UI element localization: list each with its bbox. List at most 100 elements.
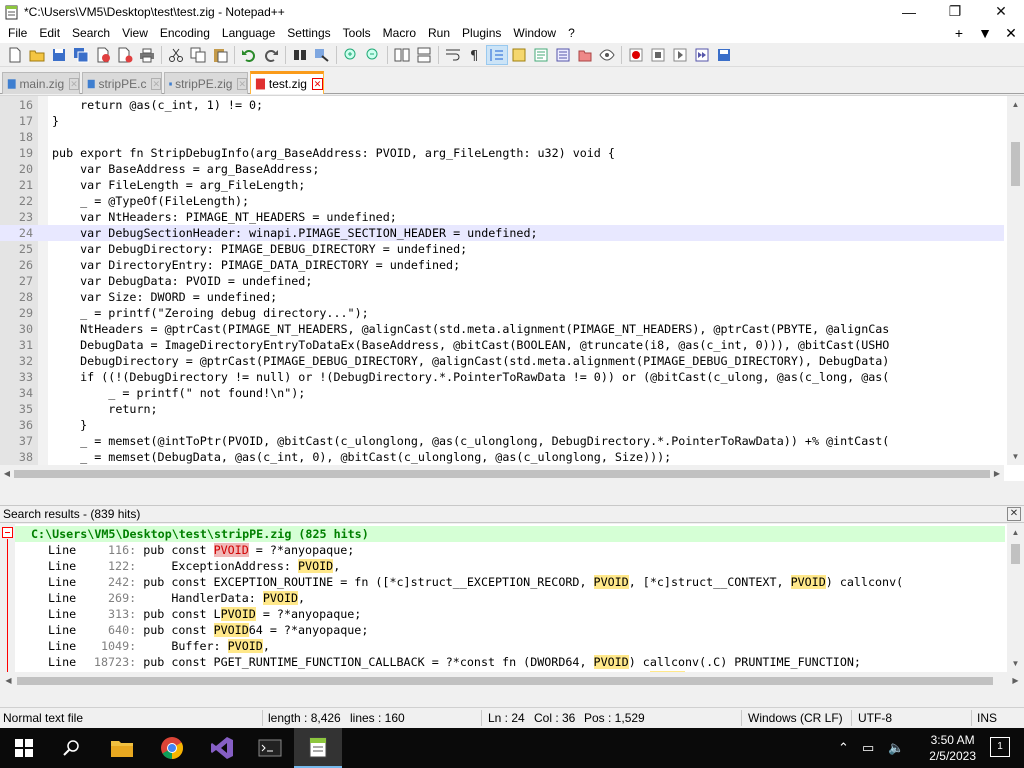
scroll-down-arrow-icon[interactable]: ▼ <box>1007 655 1024 672</box>
code-line[interactable]: 33 if ((!(DebugDirectory != null) or !(D… <box>0 369 1004 385</box>
print-icon[interactable] <box>136 45 158 65</box>
code-line[interactable]: 16 return @as(c_int, 1) != 0; <box>0 97 1004 113</box>
scroll-up-arrow-icon[interactable]: ▲ <box>1007 96 1024 113</box>
scroll-up-arrow-icon[interactable]: ▲ <box>1007 524 1024 541</box>
code-line[interactable]: 37 _ = memset(@intToPtr(PVOID, @bitCast(… <box>0 433 1004 449</box>
code-line[interactable]: 24 var DebugSectionHeader: winapi.PIMAGE… <box>0 225 1004 241</box>
code-line[interactable]: 21 var FileLength = arg_FileLength; <box>0 177 1004 193</box>
save-all-icon[interactable] <box>70 45 92 65</box>
code-line[interactable]: 23 var NtHeaders: PIMAGE_NT_HEADERS = un… <box>0 209 1004 225</box>
code-line[interactable]: 17} <box>0 113 1004 129</box>
scrollbar-thumb[interactable] <box>1011 142 1020 186</box>
search-result-line[interactable]: Line 242: pub const EXCEPTION_ROUTINE = f… <box>15 574 1005 590</box>
close-document-button[interactable]: ✕ <box>998 25 1024 42</box>
tab-strippe-zig[interactable]: stripPE.zig ✕ <box>164 72 248 94</box>
code-line[interactable]: 25 var DebugDirectory: PIMAGE_DEBUG_DIRE… <box>0 241 1004 257</box>
tray-expand-icon[interactable]: ⌃ <box>838 740 849 756</box>
code-line[interactable]: 34 _ = printf(" not found!\n"); <box>0 385 1004 401</box>
editor-horizontal-scrollbar[interactable]: ◀ ▶ <box>0 465 1004 481</box>
menu-view[interactable]: View <box>116 23 154 43</box>
redo-icon[interactable] <box>260 45 282 65</box>
word-wrap-icon[interactable] <box>442 45 464 65</box>
search-result-line[interactable]: Line 116: pub const PVOID = ?*anyopaque; <box>15 542 1005 558</box>
new-file-icon[interactable] <box>4 45 26 65</box>
tab-list-dropdown-button[interactable]: ▼ <box>972 25 998 41</box>
zoom-in-icon[interactable] <box>340 45 362 65</box>
code-line[interactable]: 22 _ = @TypeOf(FileLength); <box>0 193 1004 209</box>
search-results-panel[interactable]: C:\Users\VM5\Desktop\test\stripPE.zig (8… <box>0 524 1024 689</box>
monitoring-icon[interactable] <box>596 45 618 65</box>
tab-close-icon[interactable]: ✕ <box>69 77 79 90</box>
tab-close-icon[interactable]: ✕ <box>311 78 323 90</box>
code-line[interactable]: 28 var Size: DWORD = undefined; <box>0 289 1004 305</box>
system-clock[interactable]: 3:50 AM 2/5/2023 <box>929 732 976 764</box>
menu-language[interactable]: Language <box>216 23 281 43</box>
chrome-icon[interactable] <box>148 728 196 768</box>
scroll-left-arrow-icon[interactable]: ◀ <box>0 469 14 478</box>
close-all-icon[interactable] <box>114 45 136 65</box>
visual-studio-icon[interactable] <box>198 728 246 768</box>
collapse-icon[interactable] <box>2 527 13 538</box>
code-line[interactable]: 35 return; <box>0 401 1004 417</box>
stop-record-icon[interactable] <box>647 45 669 65</box>
sync-horizontal-icon[interactable] <box>413 45 435 65</box>
copy-icon[interactable] <box>187 45 209 65</box>
status-eol[interactable]: Windows (CR LF) <box>748 711 843 725</box>
status-insert-mode[interactable]: INS <box>977 711 997 725</box>
windows-start-icon[interactable] <box>0 728 48 768</box>
sync-vertical-icon[interactable] <box>391 45 413 65</box>
tab-strippe-c[interactable]: stripPE.c ✕ <box>82 72 162 94</box>
menu-edit[interactable]: Edit <box>33 23 66 43</box>
network-icon[interactable]: ▭ <box>862 740 874 756</box>
code-line[interactable]: 32 DebugDirectory = @ptrCast(PIMAGE_DEBU… <box>0 353 1004 369</box>
open-file-icon[interactable] <box>26 45 48 65</box>
find-icon[interactable] <box>289 45 311 65</box>
close-button[interactable]: ✕ <box>978 0 1024 23</box>
doc-map-icon[interactable] <box>530 45 552 65</box>
results-vertical-scrollbar[interactable]: ▲ ▼ <box>1007 524 1024 672</box>
scroll-right-arrow-icon[interactable]: ▶ <box>990 469 1004 478</box>
file-explorer-icon[interactable] <box>98 728 146 768</box>
menu-plugins[interactable]: Plugins <box>456 23 507 43</box>
menu-macro[interactable]: Macro <box>377 23 422 43</box>
tab-close-icon[interactable]: ✕ <box>237 77 247 90</box>
results-horizontal-scrollbar[interactable]: ◀ ▶ <box>0 672 1024 689</box>
cut-icon[interactable] <box>165 45 187 65</box>
code-line[interactable]: 27 var DebugData: PVOID = undefined; <box>0 273 1004 289</box>
status-encoding[interactable]: UTF-8 <box>858 711 892 725</box>
function-list-icon[interactable] <box>552 45 574 65</box>
scroll-left-arrow-icon[interactable]: ◀ <box>0 676 17 685</box>
notification-center-icon[interactable]: 1 <box>990 737 1010 757</box>
terminal-icon[interactable] <box>246 728 294 768</box>
code-line[interactable]: 36 } <box>0 417 1004 433</box>
result-file-header[interactable]: C:\Users\VM5\Desktop\test\stripPE.zig (8… <box>15 526 1005 542</box>
udl-icon[interactable] <box>508 45 530 65</box>
search-result-line[interactable]: Line 640: pub const PVOID64 = ?*anyopaque… <box>15 622 1005 638</box>
maximize-button[interactable]: ❐ <box>932 0 978 23</box>
menu-run[interactable]: Run <box>422 23 456 43</box>
close-panel-icon[interactable]: ✕ <box>1007 507 1021 521</box>
show-all-chars-icon[interactable]: ¶ <box>464 45 486 65</box>
folder-workspace-icon[interactable] <box>574 45 596 65</box>
indent-guide-icon[interactable] <box>486 44 508 65</box>
tab-close-icon[interactable]: ✕ <box>151 77 161 90</box>
tab-test-zig[interactable]: test.zig ✕ <box>250 71 324 94</box>
scrollbar-thumb[interactable] <box>1011 544 1020 564</box>
scroll-right-arrow-icon[interactable]: ▶ <box>1007 676 1024 685</box>
menu-tools[interactable]: Tools <box>337 23 377 43</box>
notepad-plus-plus-icon[interactable] <box>294 728 342 768</box>
close-icon[interactable] <box>92 45 114 65</box>
code-line[interactable]: 26 var DirectoryEntry: PIMAGE_DATA_DIREC… <box>0 257 1004 273</box>
minimize-button[interactable]: — <box>886 0 932 23</box>
menu-settings[interactable]: Settings <box>281 23 336 43</box>
menu-window[interactable]: Window <box>507 23 562 43</box>
undo-icon[interactable] <box>238 45 260 65</box>
paste-icon[interactable] <box>209 45 231 65</box>
code-line[interactable]: 30 NtHeaders = @ptrCast(PIMAGE_NT_HEADER… <box>0 321 1004 337</box>
search-result-line[interactable]: Line 122: ExceptionAddress: PVOID, <box>15 558 1005 574</box>
menu-encoding[interactable]: Encoding <box>154 23 216 43</box>
scrollbar-thumb[interactable] <box>14 469 990 478</box>
search-result-line[interactable]: Line 18723: pub const PGET_RUNTIME_FUNCTI… <box>15 654 1005 670</box>
zoom-out-icon[interactable] <box>362 45 384 65</box>
editor-vertical-scrollbar[interactable]: ▲ ▼ <box>1007 96 1024 465</box>
